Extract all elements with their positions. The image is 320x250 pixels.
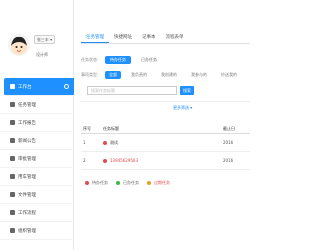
tab-quick-links[interactable]: 快捷网址 xyxy=(109,34,137,43)
organization-icon xyxy=(10,228,15,233)
column-header-title: 任务标题 xyxy=(103,125,119,131)
type-filter-row: 事项类型： 全部 我负责的 我创建的 我参与的 抄送我的 xyxy=(81,71,247,79)
table-row[interactable]: 1 测试 2016 xyxy=(81,134,250,152)
folder-icon xyxy=(10,192,15,197)
sidebar-item-tasks[interactable]: 任务管理 xyxy=(0,96,74,114)
sidebar-item-label: 工作报告 xyxy=(18,120,36,126)
legend-label: 过期任务 xyxy=(154,180,170,185)
status-dot-icon xyxy=(103,140,107,145)
sidebar-item-workflow[interactable]: 工作流程 xyxy=(0,204,74,222)
row-deadline: 2016 xyxy=(223,140,234,145)
sidebar-item-label: 审批管理 xyxy=(18,156,36,162)
tab-notepad[interactable]: 记事本 xyxy=(137,34,161,43)
tab-bar: 任务管理 快捷网址 记事本 流程表单 xyxy=(81,34,250,44)
more-filters-link[interactable]: 更多筛选 ▾ xyxy=(173,105,192,111)
table-header: 序号 任务标题 截止日 xyxy=(81,124,250,134)
user-role: 设计师 xyxy=(36,52,48,57)
sidebar-item-label: 用车管理 xyxy=(18,174,36,180)
workflow-icon xyxy=(10,210,15,215)
sidebar-item-vehicles[interactable]: 用车管理 xyxy=(0,168,74,186)
legend-dot-icon xyxy=(147,181,151,185)
column-header-deadline: 截止日 xyxy=(223,125,235,131)
row-index: 2 xyxy=(83,158,86,163)
row-title-cell: 测试 xyxy=(103,140,223,146)
row-deadline: 2016 xyxy=(223,158,234,163)
user-avatar[interactable] xyxy=(8,34,30,56)
type-option-cc[interactable]: 抄送我的 xyxy=(217,71,241,79)
avatar-face-icon xyxy=(11,36,27,55)
sidebar-item-news[interactable]: 新闻公告 xyxy=(0,132,74,150)
type-option-mine[interactable]: 我负责的 xyxy=(127,71,151,79)
news-icon xyxy=(10,138,15,143)
type-option-created[interactable]: 我创建的 xyxy=(157,71,181,79)
sidebar-item-reports[interactable]: 工作报告 xyxy=(0,114,74,132)
status-dot-icon xyxy=(103,158,107,163)
task-icon xyxy=(10,102,15,107)
legend-label: 已办任务 xyxy=(123,180,139,185)
report-icon xyxy=(10,120,15,125)
tab-process-forms[interactable]: 流程表单 xyxy=(161,34,189,43)
legend-item-overdue: 过期任务 xyxy=(147,180,170,186)
sidebar-item-label: 工作台 xyxy=(18,84,32,90)
column-header-index: 序号 xyxy=(83,125,91,131)
divider xyxy=(81,101,250,102)
row-title-cell: 13945629563 xyxy=(103,158,223,163)
monitor-icon xyxy=(10,84,15,89)
row-title[interactable]: 13945629563 xyxy=(110,158,138,163)
table-row[interactable]: 2 13945629563 2016 xyxy=(81,152,250,170)
legend-item-pending: 待办任务 xyxy=(85,180,108,186)
car-icon xyxy=(10,174,15,179)
legend-dot-icon xyxy=(85,181,89,185)
status-option-done[interactable]: 已办任务 xyxy=(136,56,162,64)
sidebar-item-workbench[interactable]: 工作台 xyxy=(4,78,74,96)
sidebar-item-label: 新闻公告 xyxy=(18,138,36,144)
gear-icon[interactable] xyxy=(64,84,69,89)
row-title[interactable]: 测试 xyxy=(110,140,118,146)
type-option-participating[interactable]: 我参与的 xyxy=(187,71,211,79)
search-input[interactable]: 搜索任务标题 xyxy=(87,86,177,95)
legend-dot-icon xyxy=(116,181,120,185)
sidebar-item-label: 任务管理 xyxy=(18,102,36,108)
approval-icon xyxy=(10,156,15,161)
sidebar-item-files[interactable]: 文件管理 xyxy=(0,186,74,204)
status-filter-row: 任务状态： 待办任务 已办任务 xyxy=(81,56,167,64)
status-option-pending[interactable]: 待办任务 xyxy=(105,56,131,64)
search-button[interactable]: 搜索 xyxy=(180,86,194,95)
status-legend: 待办任务 已办任务 过期任务 xyxy=(85,180,178,186)
sidebar-item-approval[interactable]: 审批管理 xyxy=(0,150,74,168)
sidebar-item-label: 组织管理 xyxy=(18,228,36,234)
main-content: 任务管理 快捷网址 记事本 流程表单 任务状态： 待办任务 已办任务 事项类型：… xyxy=(75,0,250,250)
tab-task-management[interactable]: 任务管理 xyxy=(81,34,109,43)
legend-label: 待办任务 xyxy=(92,180,108,185)
user-menu-button[interactable]: 张三丰 ▾ xyxy=(34,35,55,44)
row-index: 1 xyxy=(83,140,86,145)
task-table: 序号 任务标题 截止日 1 测试 2016 2 13945629563 2016 xyxy=(81,124,250,170)
legend-item-done: 已办任务 xyxy=(116,180,139,186)
sidebar-item-organization[interactable]: 组织管理 xyxy=(0,222,74,240)
type-option-all[interactable]: 全部 xyxy=(105,71,121,79)
sidebar-item-label: 文件管理 xyxy=(18,192,36,198)
sidebar-item-label: 工作流程 xyxy=(18,210,36,216)
type-filter-label: 事项类型： xyxy=(81,72,101,77)
status-filter-label: 任务状态： xyxy=(81,57,101,62)
sidebar: 张三丰 ▾ 设计师 工作台 任务管理 工作报告 新闻公告 审批管理 用车管理 文… xyxy=(0,0,74,250)
sidebar-nav: 工作台 任务管理 工作报告 新闻公告 审批管理 用车管理 文件管理 工作流程 组… xyxy=(0,78,74,240)
